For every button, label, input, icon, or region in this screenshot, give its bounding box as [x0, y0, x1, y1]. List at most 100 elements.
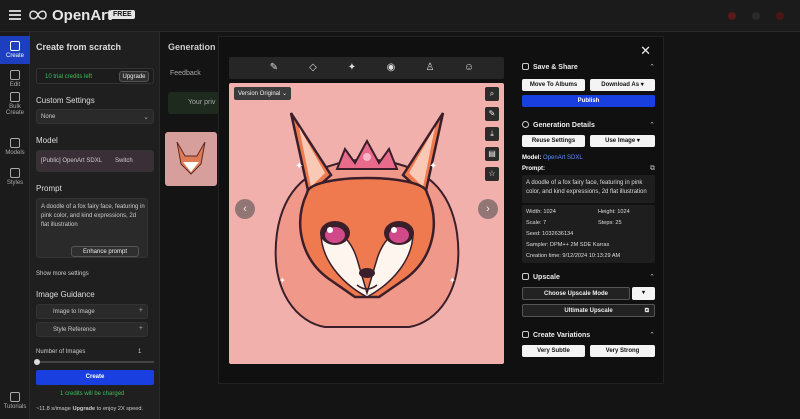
show-more-settings[interactable]: Show more settings: [36, 270, 89, 279]
very-subtle-button[interactable]: Very Subtle: [522, 345, 585, 357]
plus-icon: +: [138, 307, 143, 314]
magic-wand-icon[interactable]: ✎: [268, 62, 280, 74]
upgrade-link[interactable]: Upgrade: [72, 406, 95, 412]
upscale-head: Upscale: [522, 273, 560, 281]
info-icon: [522, 121, 529, 128]
slider-handle[interactable]: [34, 359, 40, 365]
menu-icon[interactable]: [9, 10, 21, 20]
model-name: [Public] OpenArt SDXL: [41, 158, 103, 164]
version-select[interactable]: Version Original ⌄: [234, 87, 292, 100]
svg-text:✦: ✦: [295, 161, 303, 172]
create-icon: [10, 41, 20, 51]
prompt-display: A doodle of a fox fairy face, featuring …: [522, 175, 655, 203]
model-link[interactable]: OpenArt SDXL: [543, 155, 583, 161]
generation-details-head: Generation Details: [522, 121, 595, 129]
fox-illustration: ✦ ✦ ✦ ✦: [274, 112, 460, 328]
openart-logo-icon: [29, 10, 47, 20]
collapse-caret-icon[interactable]: ⌃: [649, 331, 655, 339]
reuse-settings-button[interactable]: Reuse Settings: [522, 135, 585, 147]
model-info: Model: OpenArt SDXL: [522, 155, 583, 161]
close-icon[interactable]: ✕: [640, 43, 651, 59]
credits-text: 10 trial credits left: [45, 74, 93, 80]
star-icon[interactable]: ☆: [485, 167, 499, 181]
collapse-caret-icon[interactable]: ⌃: [649, 273, 655, 281]
rail-tutorials[interactable]: Tutorials: [0, 392, 30, 410]
top-bar: OpenArt FREE: [0, 0, 800, 32]
plus-icon: +: [138, 325, 143, 332]
models-icon: [10, 138, 20, 148]
very-strong-button[interactable]: Very Strong: [590, 345, 655, 357]
collapse-caret-icon[interactable]: ⌃: [649, 63, 655, 71]
prompt-input[interactable]: A doodle of a fox fairy face, featuring …: [36, 198, 148, 258]
rail-bulk-create[interactable]: Bulk Create: [0, 92, 30, 116]
person-icon[interactable]: ♙: [424, 62, 436, 74]
chevron-down-icon: ⌄: [143, 114, 149, 121]
num-images-slider[interactable]: [36, 361, 154, 363]
speed-note: ~11.8 s/image Upgrade to enjoy 2X speed.: [36, 406, 144, 412]
choose-upscale-mode-select[interactable]: Choose Upscale Mode: [522, 287, 630, 300]
rail-create[interactable]: Create: [0, 36, 30, 64]
prompt-head: Prompt: [36, 184, 62, 193]
custom-settings-select[interactable]: None ⌄: [36, 109, 154, 124]
panel-title: Create from scratch: [36, 42, 122, 52]
styles-icon: [10, 168, 20, 178]
fox-thumbnail-image: [176, 141, 206, 175]
upgrade-button[interactable]: Upgrade: [119, 71, 149, 82]
move-to-albums-button[interactable]: Move To Albums: [522, 79, 585, 91]
zoom-icon[interactable]: ⌕: [485, 87, 499, 101]
style-reference-row[interactable]: Style Reference +: [36, 322, 148, 337]
num-images-value[interactable]: 1: [138, 348, 141, 357]
model-head: Model: [36, 136, 58, 145]
custom-settings-head: Custom Settings: [36, 96, 95, 105]
publish-button[interactable]: Publish: [522, 95, 655, 107]
settings-icon[interactable]: [752, 12, 760, 20]
image-toolbar: ✎ ◇ ✦ ◉ ♙ ☺: [229, 57, 504, 79]
image-guidance-head: Image Guidance: [36, 290, 95, 299]
edit-icon: [10, 70, 20, 80]
create-panel: Create from scratch 10 trial credits lef…: [30, 32, 160, 419]
bulk-create-icon: [10, 92, 20, 102]
prompt-label: Prompt:: [522, 166, 545, 172]
image-detail-modal: ✕ ✎ ◇ ✦ ◉ ♙ ☺ ✦ ✦ ✦ ✦ Version Original ⌄…: [218, 36, 664, 384]
icon-rail: Create Edit Bulk Create Models Styles Tu…: [0, 32, 30, 419]
image-to-image-row[interactable]: Image to Image +: [36, 304, 148, 319]
enhance-prompt-button[interactable]: Enhance prompt: [71, 246, 139, 257]
ultimate-upscale-button[interactable]: Ultimate Upscale ⧉: [522, 304, 655, 317]
create-button[interactable]: Create: [36, 370, 154, 385]
feedback-button[interactable]: Feedback: [170, 70, 201, 77]
next-arrow-icon[interactable]: ›: [478, 199, 498, 219]
eraser-icon[interactable]: ◇: [307, 62, 319, 74]
svg-text:✦: ✦: [429, 161, 437, 172]
rail-styles[interactable]: Styles: [0, 168, 30, 186]
download-icon[interactable]: ⤓: [485, 127, 499, 141]
previous-arrow-icon[interactable]: ‹: [235, 199, 255, 219]
variations-icon: [522, 331, 529, 338]
avatar[interactable]: [776, 12, 784, 20]
generated-thumbnail[interactable]: [165, 132, 217, 186]
generation-meta: Width: 1024 Height: 1024 Scale: 7 Steps:…: [522, 205, 655, 263]
model-card[interactable]: [Public] OpenArt SDXL Switch: [36, 150, 154, 172]
pencil-icon[interactable]: ✎: [485, 107, 499, 121]
generation-title: Generation: [168, 42, 216, 52]
charge-note: 1 credits will be charged: [60, 391, 125, 397]
external-link-icon: ⧉: [644, 308, 649, 314]
details-panel: Save & Share ⌃ Move To Albums Download A…: [522, 59, 655, 379]
logo-text[interactable]: OpenArt: [52, 7, 112, 24]
rail-edit[interactable]: Edit: [0, 70, 30, 88]
download-as-button[interactable]: Download As ▾: [590, 79, 655, 91]
num-images-label: Number of Images: [36, 349, 86, 355]
upscale-dropdown-button[interactable]: ▾: [632, 287, 655, 300]
trash-icon[interactable]: ▤: [485, 147, 499, 161]
create-variations-head: Create Variations: [522, 331, 590, 339]
sparkle-icon[interactable]: ✦: [346, 62, 358, 74]
copy-icon[interactable]: ⧉: [650, 165, 655, 173]
use-image-button[interactable]: Use Image ▾: [590, 135, 655, 147]
prompt-text: A doodle of a fox fairy face, featuring …: [41, 204, 145, 228]
tutorials-icon: [10, 392, 20, 402]
palette-icon[interactable]: ◉: [385, 62, 397, 74]
face-icon[interactable]: ☺: [463, 62, 475, 74]
notification-icon[interactable]: [728, 12, 736, 20]
rail-models[interactable]: Models: [0, 138, 30, 156]
collapse-caret-icon[interactable]: ⌃: [649, 121, 655, 129]
switch-button[interactable]: Switch: [115, 157, 133, 166]
